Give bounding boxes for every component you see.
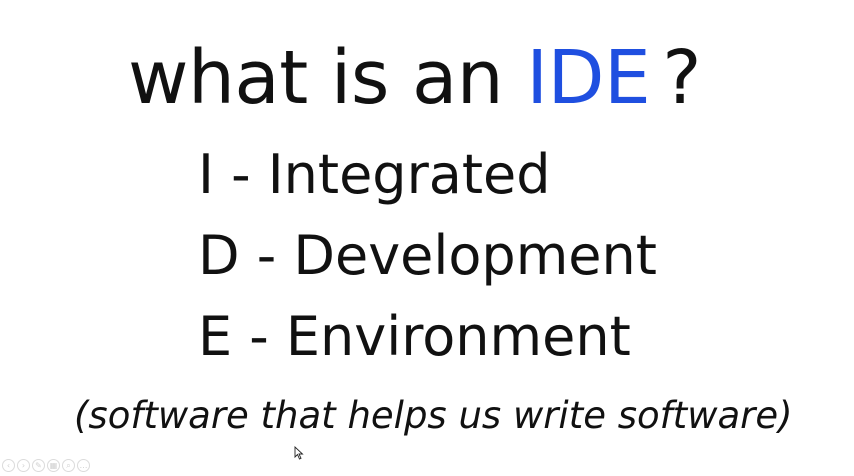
- zoom-icon[interactable]: ⌕: [62, 459, 75, 472]
- slides-icon[interactable]: ▦: [47, 459, 60, 472]
- slideshow-toolbar: ‹ › ✎ ▦ ⌕ …: [2, 459, 90, 473]
- acronym-line-integrated: I - Integrated: [198, 143, 551, 206]
- previous-icon[interactable]: ‹: [2, 459, 15, 472]
- title-prefix: what is an: [128, 35, 527, 121]
- title-suffix: ?: [662, 35, 702, 121]
- more-icon[interactable]: …: [77, 459, 90, 472]
- acronym-line-development: D - Development: [198, 224, 657, 287]
- pen-icon[interactable]: ✎: [32, 459, 45, 472]
- title-accent: IDE: [526, 35, 651, 121]
- mouse-cursor-icon: [294, 446, 304, 460]
- slide-title: what is an IDE?: [128, 35, 702, 121]
- next-icon[interactable]: ›: [17, 459, 30, 472]
- presentation-slide: what is an IDE? I - Integrated D - Devel…: [0, 0, 854, 476]
- acronym-line-environment: E - Environment: [198, 305, 631, 368]
- slide-subtitle: (software that helps us write software): [74, 394, 793, 437]
